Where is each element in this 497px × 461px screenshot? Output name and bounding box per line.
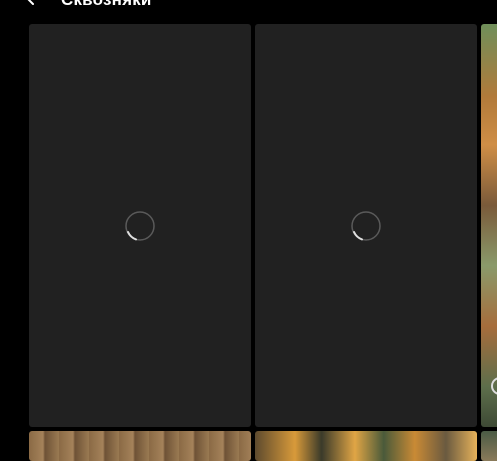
loading-spinner-icon [491, 377, 497, 395]
arrow-left-icon [27, 0, 39, 5]
photo-tile[interactable] [29, 24, 251, 427]
back-button[interactable] [20, 0, 46, 10]
loading-spinner-icon [351, 210, 381, 241]
page-title: Сквозняки [61, 0, 152, 10]
loading-spinner-icon [125, 210, 155, 241]
photo-tile[interactable] [481, 24, 497, 427]
photo-tile[interactable] [255, 24, 477, 427]
photo-grid [0, 0, 497, 461]
header-bar: Сквозняки [0, 0, 497, 20]
